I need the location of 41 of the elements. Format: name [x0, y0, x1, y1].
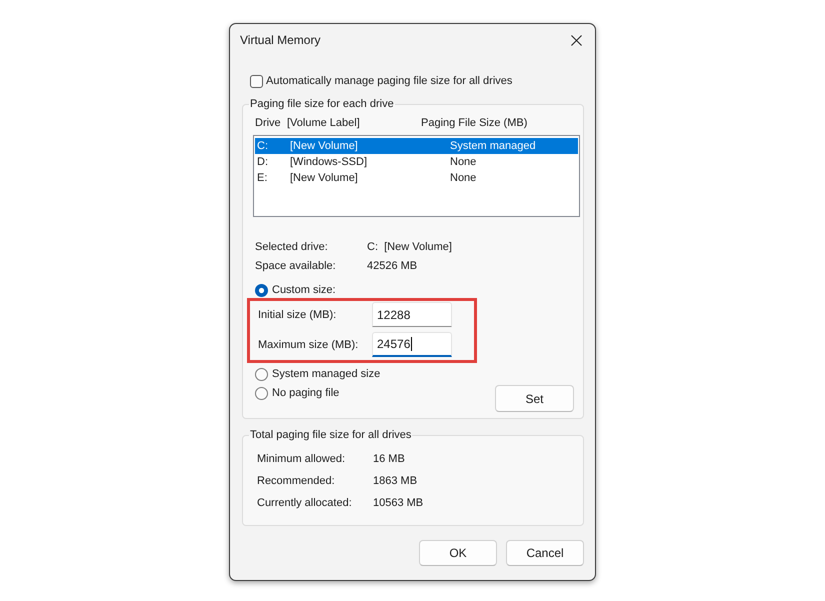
drive-row[interactable]: D: [Windows-SSD] None	[255, 154, 578, 170]
window-title: Virtual Memory	[240, 33, 320, 47]
total-label: Currently allocated:	[257, 497, 353, 509]
volume-label-cell-text: [New Volume]	[290, 140, 359, 152]
drive-cell-text: C:	[257, 140, 269, 152]
info-label: Space available:	[255, 260, 337, 272]
volume-label-cell-text: [New Volume]	[290, 172, 359, 184]
info-value: 42526 MB	[367, 260, 418, 272]
close-icon	[570, 34, 582, 46]
drive-row[interactable]: E: [New Volume] None	[255, 170, 578, 186]
column-header: [Volume Label]	[287, 116, 361, 130]
drive-cell-text: E:	[257, 172, 268, 184]
paging-size-cell-text: None	[450, 172, 478, 184]
radio-option[interactable]: Custom size:	[255, 282, 336, 298]
total-value: 10563 MB	[373, 497, 424, 509]
ok-button[interactable]: OK	[419, 540, 497, 566]
total-value: 16 MB	[373, 453, 406, 465]
radio-option[interactable]: No paging file	[255, 385, 340, 401]
column-header: Drive	[255, 116, 282, 130]
column-header: Paging File Size (MB)	[421, 116, 528, 130]
set-button[interactable]: Set	[495, 385, 574, 412]
radio-option[interactable]: System managed size	[255, 366, 380, 382]
info-value: C: [New Volume]	[367, 240, 453, 252]
size-input-field[interactable]: 24576	[372, 332, 452, 357]
paging-size-cell-text: System managed	[450, 140, 537, 152]
info-label: Selected drive:	[255, 240, 329, 252]
field-label: Initial size (MB):	[258, 308, 338, 320]
group-title: Total paging file size for all drives	[249, 428, 412, 442]
cancel-button[interactable]: Cancel	[506, 540, 584, 566]
field-label: Maximum size (MB):	[258, 338, 360, 350]
total-label: Minimum allowed:	[257, 453, 346, 465]
auto-manage-checkbox[interactable]: Automatically manage paging file size for all drives	[250, 73, 512, 89]
drive-row[interactable]: C: [New Volume] System managed	[255, 138, 578, 154]
text-cursor-icon	[411, 337, 412, 351]
total-label: Recommended:	[257, 475, 336, 487]
total-value: 1863 MB	[373, 475, 418, 487]
volume-label-cell-text: [Windows-SSD]	[290, 156, 368, 168]
size-input-field[interactable]: 12288	[372, 302, 452, 327]
group-title: Paging file size for each drive	[249, 97, 395, 111]
paging-size-cell-text: None	[450, 156, 478, 168]
drive-cell-text: D:	[257, 156, 269, 168]
